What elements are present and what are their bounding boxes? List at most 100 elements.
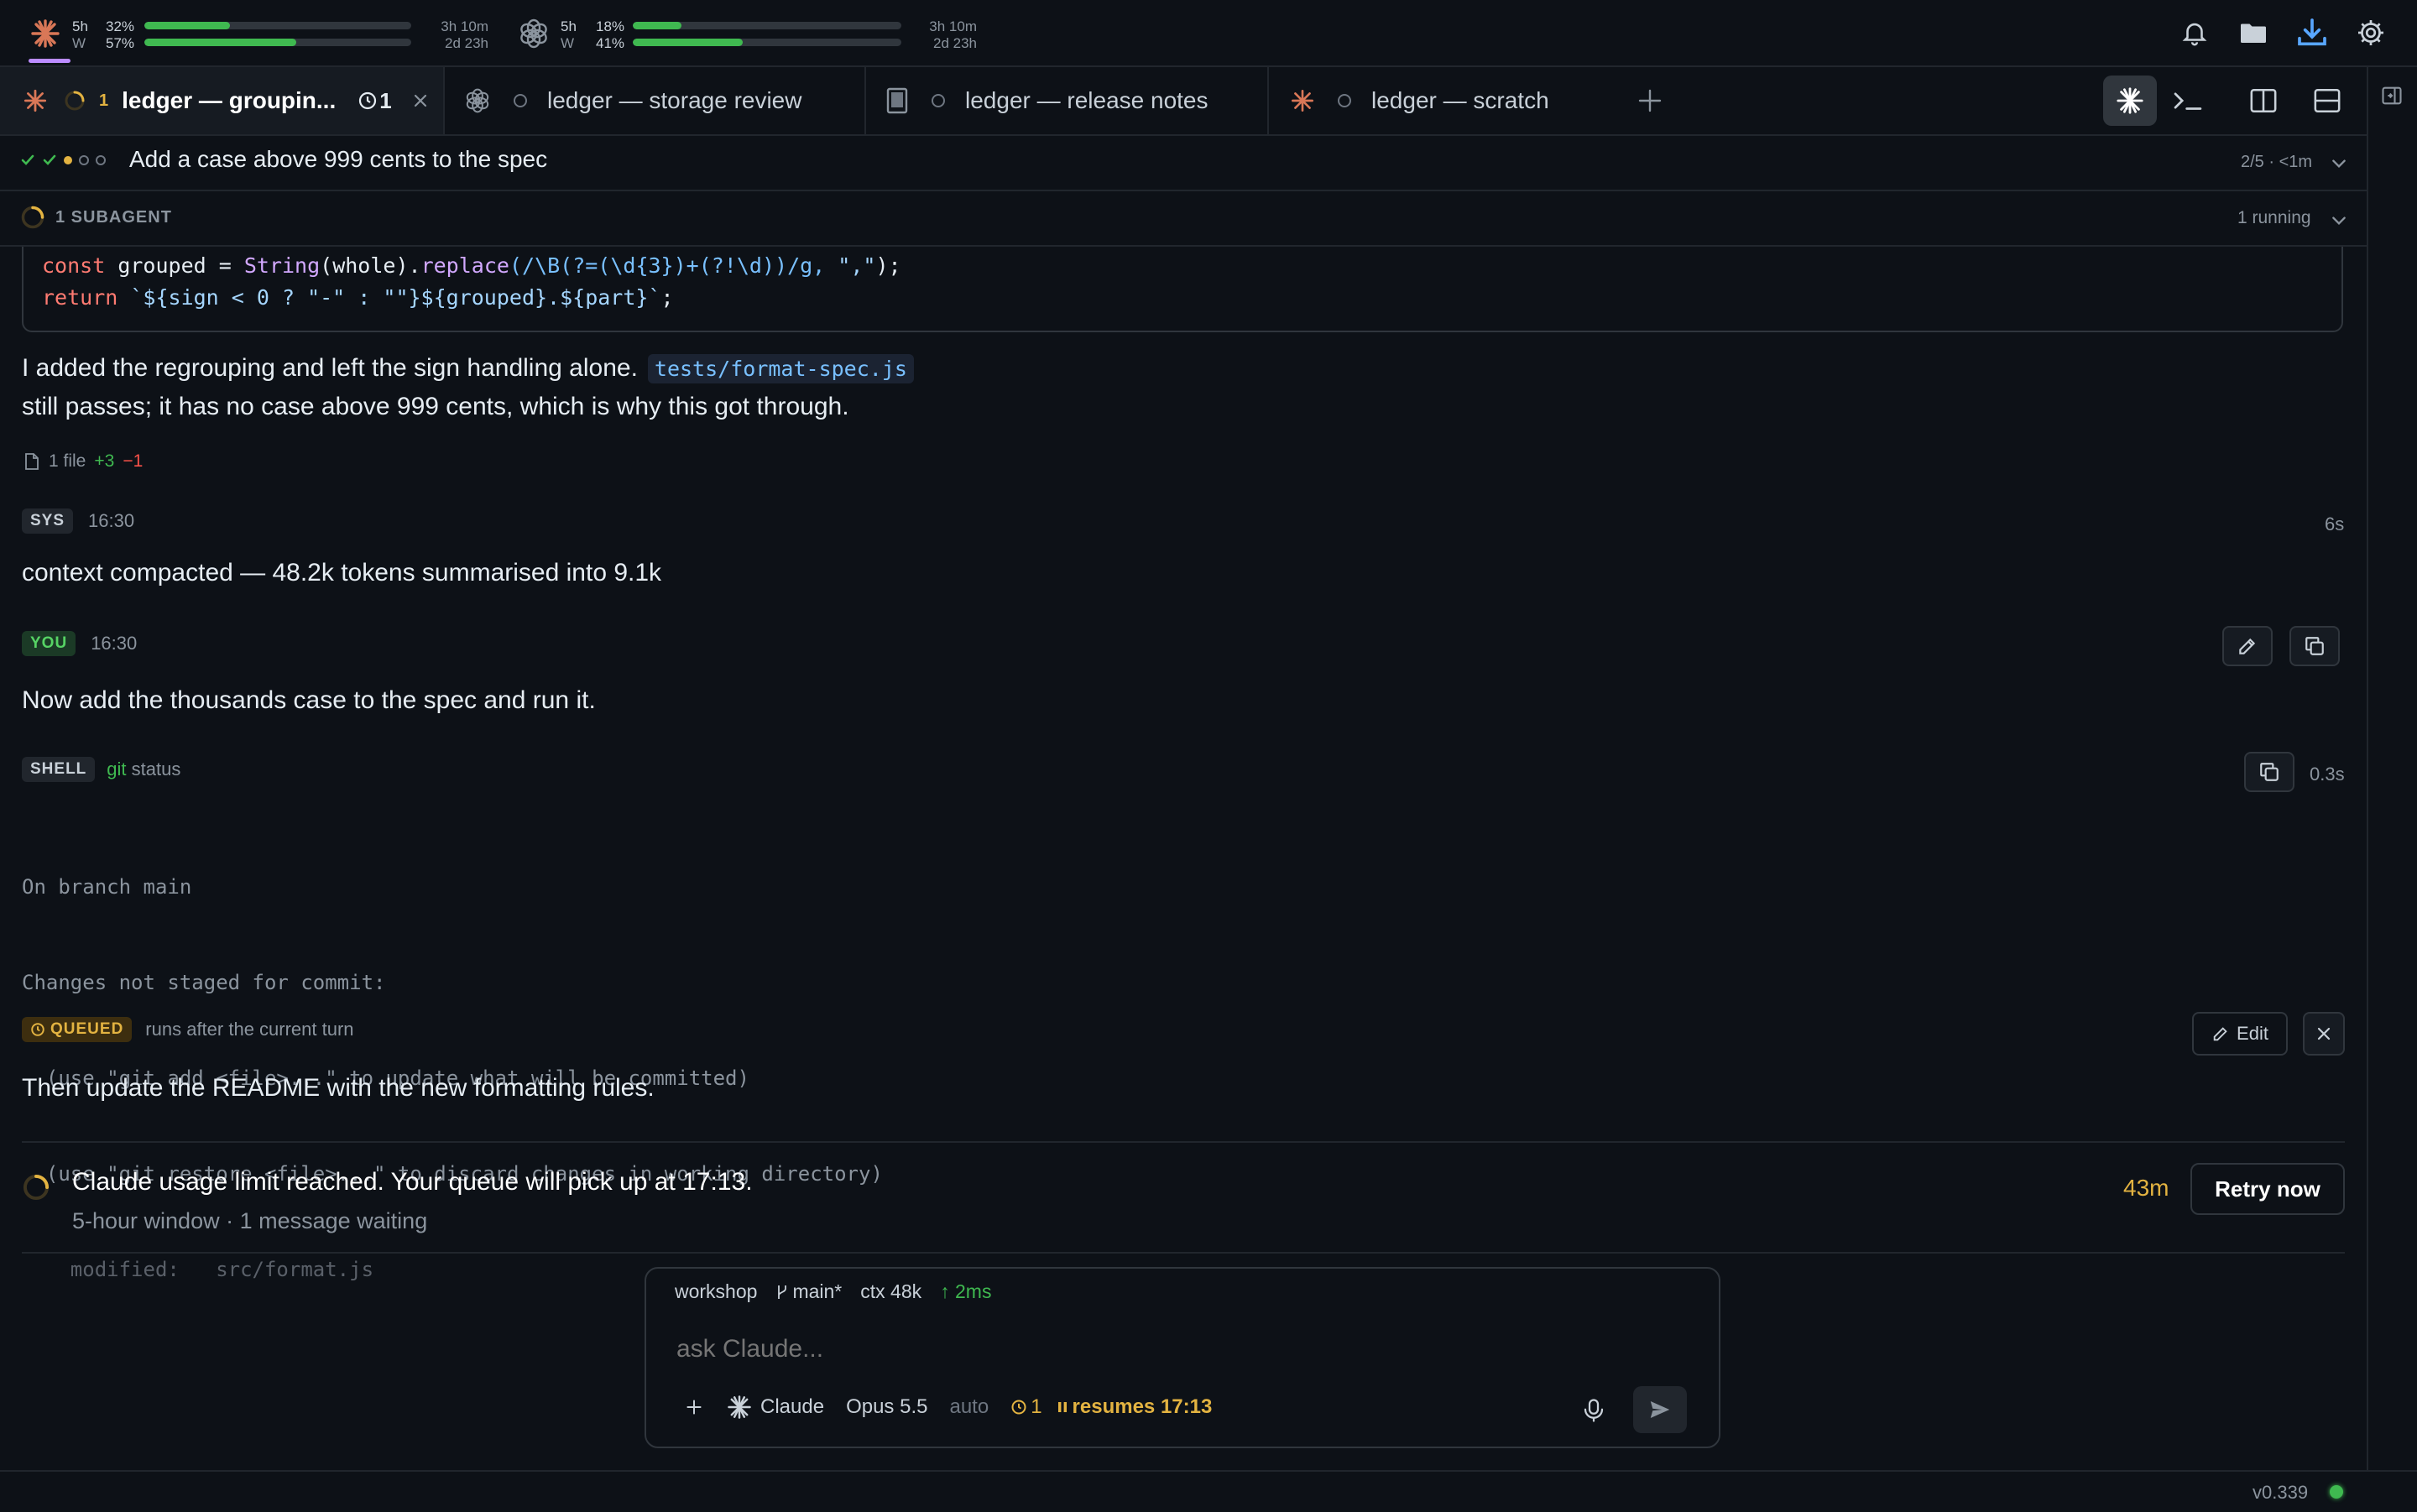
you-tag: YOU — [22, 631, 76, 656]
user-header: YOU 16:30 — [22, 631, 137, 656]
resume-indicator: resumes 17:13 — [1057, 1395, 1212, 1419]
queued-note: runs after the current turn — [145, 1019, 354, 1040]
app-version: v0.339 — [2253, 1482, 2309, 1503]
right-rail — [2367, 67, 2417, 1470]
remove-queued-button[interactable] — [2303, 1012, 2345, 1056]
queue-indicator: 1 — [358, 87, 392, 114]
sys-text: context compacted — 48.2k tokens summari… — [22, 559, 662, 587]
bell-icon[interactable] — [2177, 15, 2212, 50]
microphone-icon[interactable] — [1583, 1398, 1605, 1423]
shell-command: git — [107, 759, 127, 779]
agent-name: Claude — [760, 1395, 825, 1418]
tab-ledger-storage-review[interactable]: ledger — storage review — [445, 67, 866, 134]
pause-icon — [1057, 1402, 1067, 1412]
usage-5h-reset: 3h 10m — [929, 18, 977, 34]
model-selector[interactable]: Opus 5.5 — [846, 1395, 927, 1419]
claude-logo-icon — [728, 1395, 751, 1419]
chevron-down-icon[interactable] — [2330, 154, 2348, 173]
context-size: ctx 48k — [860, 1280, 922, 1302]
edit-message-button[interactable] — [2222, 626, 2273, 666]
retry-label: Retry now — [2215, 1176, 2320, 1202]
workspace-name[interactable]: workshop — [675, 1280, 757, 1303]
branch-indicator[interactable]: main* — [775, 1280, 842, 1303]
usage-openai[interactable]: 5h W 18% 41% 3h 10m 2d 23h — [519, 10, 989, 57]
session-tabs: 1 ledger — groupin... 1 ledger — storage… — [0, 67, 2367, 136]
edit-queued-button[interactable]: Edit — [2192, 1012, 2288, 1056]
code-block: const grouped = String(whole).replace(/\… — [22, 247, 2343, 332]
shell-tag: SHELL — [22, 757, 96, 782]
file-change-summary[interactable]: 1 file +3 −1 — [23, 451, 143, 472]
tab-ledger-release-notes[interactable]: ledger — release notes — [866, 67, 1269, 134]
composer-toolbar: Claude Opus 5.5 auto 1 resumes 17:13 — [675, 1395, 1212, 1420]
queue-indicator[interactable]: 1 — [1010, 1395, 1042, 1419]
queued-badge: QUEUED — [22, 1017, 133, 1042]
split-horizontal-icon[interactable] — [2313, 87, 2341, 114]
usage-claude[interactable]: 5h W 32% 57% 3h 10m 2d 23h — [30, 10, 500, 57]
terminal-icon[interactable] — [2172, 86, 2204, 116]
tab-label: ledger — storage review — [547, 87, 802, 113]
new-tab-button[interactable] — [1635, 86, 1665, 116]
subagent-header[interactable]: 1 SUBAGENT 1 running — [0, 191, 2367, 247]
status-bar: v0.339 — [0, 1470, 2417, 1512]
split-vertical-icon[interactable] — [2249, 87, 2278, 114]
branch-icon — [778, 1285, 787, 1299]
tab-label: ledger — scratch — [1371, 87, 1549, 113]
usage-5h-percent: 18% — [596, 18, 625, 34]
shell-duration: 0.3s — [2310, 764, 2345, 785]
sys-time: 16:30 — [88, 510, 135, 531]
prompt-input[interactable] — [675, 1327, 1685, 1371]
spinner-icon — [21, 206, 44, 229]
download-icon[interactable] — [2294, 15, 2330, 50]
shell-header: SHELL git status — [22, 757, 180, 782]
files-changed: 1 file — [49, 451, 86, 471]
usage-week-reset: 2d 23h — [933, 35, 977, 51]
gear-icon[interactable] — [2353, 15, 2388, 50]
edit-icon — [2239, 638, 2256, 654]
spinner-icon — [64, 90, 86, 112]
document-icon — [886, 87, 908, 114]
retry-now-button[interactable]: Retry now — [2190, 1163, 2345, 1215]
mode-selector[interactable]: auto — [949, 1395, 989, 1419]
expand-panel-icon[interactable] — [2380, 84, 2404, 107]
usage-limit-banner: Claude usage limit reached. Your queue w… — [22, 1163, 2345, 1245]
folder-icon[interactable] — [2236, 15, 2271, 50]
agent-view-toggle[interactable] — [2103, 76, 2157, 126]
tab-badge: 1 — [99, 91, 109, 110]
spinner-icon — [23, 1174, 50, 1201]
limit-title: Claude usage limit reached. Your queue w… — [72, 1168, 753, 1196]
copy-message-button[interactable] — [2289, 626, 2340, 666]
pending-step-dot — [79, 155, 89, 165]
tab-ledger-scratch[interactable]: ledger — scratch — [1269, 67, 1620, 134]
clock-icon — [31, 1023, 44, 1036]
task-header[interactable]: Add a case above 999 cents to the spec 2… — [0, 134, 2367, 191]
chevron-down-icon[interactable] — [2330, 211, 2348, 230]
send-button[interactable] — [1633, 1386, 1687, 1433]
usage-5h-bar — [144, 22, 411, 29]
edit-label: Edit — [2237, 1023, 2268, 1044]
assistant-message: I added the regrouping and left the sign… — [22, 349, 2288, 426]
composer-context-row: workshop main* ctx 48k ↑ 2ms — [675, 1280, 991, 1303]
idle-status-icon — [1338, 94, 1351, 107]
usage-5h-fill — [633, 22, 681, 29]
user-time: 16:30 — [91, 633, 138, 654]
close-tab-icon[interactable] — [412, 92, 429, 109]
user-message-text: Now add the thousands case to the spec a… — [22, 686, 596, 714]
claude-logo-icon — [1291, 89, 1314, 112]
latency: ↑ 2ms — [940, 1280, 992, 1302]
tab-ledger-grouping[interactable]: 1 ledger — groupin... 1 — [0, 67, 445, 134]
tab-label: ledger — release notes — [965, 87, 1208, 113]
usage-bar: 5h W 32% 57% 3h 10m 2d 23h 5h W 18% 41% … — [0, 0, 2417, 67]
send-icon — [1650, 1401, 1670, 1418]
active-provider-indicator — [29, 59, 70, 63]
divider — [22, 1252, 2345, 1254]
queue-count: 1 — [379, 87, 392, 113]
window-week-label: W — [561, 35, 575, 51]
file-path-code[interactable]: tests/format-spec.js — [647, 353, 914, 383]
usage-week-percent: 41% — [596, 35, 625, 51]
task-title: Add a case above 999 cents to the spec — [129, 146, 548, 172]
agent-selector[interactable]: Claude — [727, 1395, 824, 1420]
usage-week-fill — [144, 39, 297, 46]
plus-icon[interactable] — [683, 1396, 705, 1418]
copy-output-button[interactable] — [2244, 752, 2294, 792]
code-line-1: const grouped = String(whole).replace(/\… — [42, 253, 901, 278]
